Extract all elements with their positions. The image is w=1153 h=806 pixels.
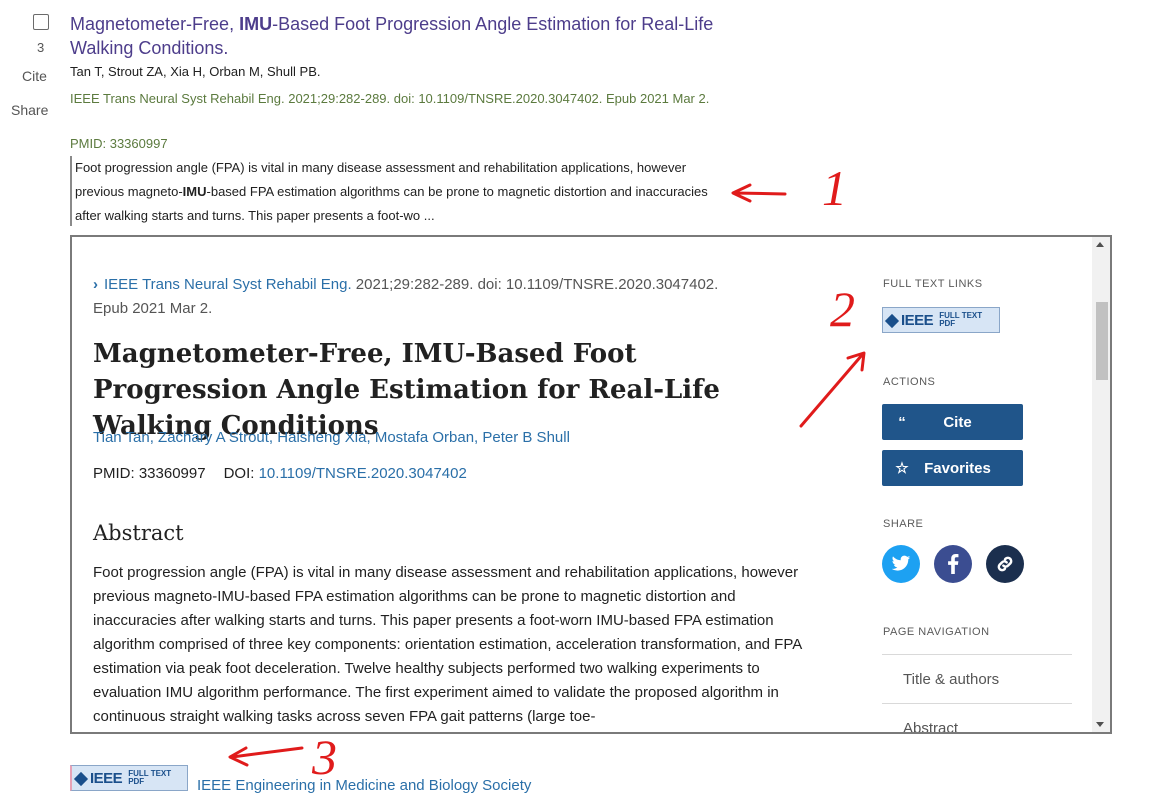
full-text-pdf-label: FULL TEXT PDF (128, 769, 172, 786)
ieee-logo-icon: IEEE (72, 770, 123, 787)
share-link[interactable]: Share (11, 102, 48, 118)
annotation-number-2: 2 (830, 281, 855, 337)
chevron-right-icon: › (93, 276, 98, 293)
full-text-pdf-label: FULL TEXT PDF (939, 311, 983, 328)
star-icon: ☆ (895, 460, 909, 477)
result-pmid: PMID: 33360997 (70, 136, 168, 151)
annotation-arrow-1 (731, 183, 787, 203)
nav-divider (882, 654, 1072, 655)
facebook-share-button[interactable] (934, 545, 972, 583)
doi-label: DOI: (223, 465, 255, 482)
preview-journal-line: › IEEE Trans Neural Syst Rehabil Eng. 202… (93, 273, 753, 321)
result-citation: IEEE Trans Neural Syst Rehabil Eng. 2021… (70, 91, 710, 106)
article-pmid: PMID: 33360997 (93, 465, 206, 482)
article-authors[interactable]: Tian Tan, Zachary A Strout, Haisheng Xia… (93, 429, 570, 446)
article-identifiers: PMID: 33360997 DOI: 10.1109/TNSRE.2020.30… (93, 465, 467, 482)
nav-item-abstract[interactable]: Abstract (903, 720, 958, 732)
scroll-thumb[interactable] (1096, 302, 1108, 380)
ieee-full-text-bottom-button[interactable]: IEEE FULL TEXT PDF (70, 765, 188, 791)
nav-item-title-authors[interactable]: Title & authors (903, 671, 999, 688)
scroll-up-icon[interactable] (1096, 242, 1104, 247)
facebook-icon (948, 554, 959, 574)
article-title: Magnetometer-Free, IMU-Based Foot Progre… (93, 339, 720, 441)
doi-link[interactable]: 10.1109/TNSRE.2020.3047402 (259, 465, 467, 482)
abstract-text: Foot progression angle (FPA) is vital in… (93, 564, 802, 725)
ieee-logo-icon: IEEE (883, 312, 934, 329)
share-label: SHARE (883, 518, 924, 530)
article-preview-content: › IEEE Trans Neural Syst Rehabil Eng. 202… (72, 237, 1092, 732)
nav-divider (882, 703, 1072, 704)
scroll-down-icon[interactable] (1096, 722, 1104, 727)
annotation-number-3: 3 (312, 729, 337, 785)
annotation-arrow-3 (228, 746, 304, 767)
publisher-link[interactable]: IEEE Engineering in Medicine and Biology… (197, 777, 531, 794)
permalink-share-button[interactable] (986, 545, 1024, 583)
cite-button[interactable]: “Cite (882, 404, 1023, 440)
result-authors: Tan T, Strout ZA, Xia H, Orban M, Shull … (70, 64, 321, 79)
result-title-link[interactable]: Magnetometer-Free, IMU-Based Foot Progre… (70, 12, 730, 60)
page-navigation-label: PAGE NAVIGATION (883, 626, 990, 638)
select-result-checkbox[interactable] (33, 14, 49, 30)
journal-link[interactable]: IEEE Trans Neural Syst Rehabil Eng. (104, 276, 352, 293)
cite-link[interactable]: Cite (22, 68, 47, 84)
quote-icon: “ (898, 413, 906, 431)
result-number: 3 (37, 40, 45, 55)
result-snippet: Foot progression angle (FPA) is vital in… (70, 156, 725, 226)
abstract-heading: Abstract (93, 521, 184, 545)
twitter-share-button[interactable] (882, 545, 920, 583)
article-preview-frame[interactable]: › IEEE Trans Neural Syst Rehabil Eng. 202… (70, 235, 1112, 734)
full-text-links-label: FULL TEXT LINKS (883, 278, 983, 290)
link-icon (997, 556, 1013, 572)
ieee-full-text-button[interactable]: IEEE FULL TEXT PDF (882, 307, 1000, 333)
twitter-icon (891, 555, 911, 571)
annotation-number-1: 1 (822, 160, 847, 216)
actions-label: ACTIONS (883, 376, 936, 388)
favorites-button[interactable]: ☆ Favorites (882, 450, 1023, 486)
preview-scrollbar[interactable] (1092, 237, 1110, 732)
